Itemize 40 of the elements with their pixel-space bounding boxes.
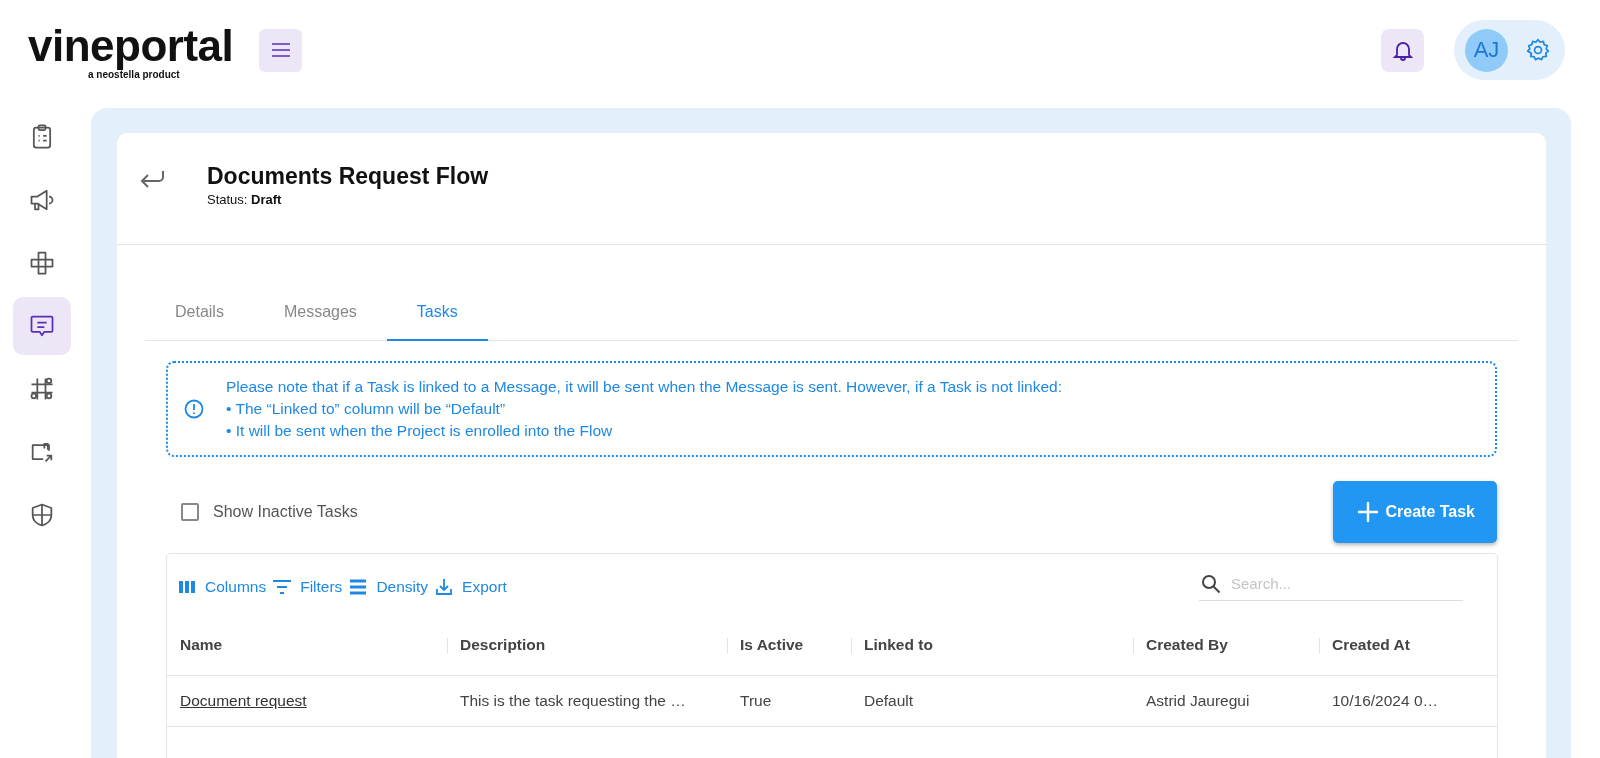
notice-text: Please note that if a Task is linked to a Message, it will be sent when the Message is sent. However, if a Task is not linked: <box>226 377 1062 397</box>
columns-button[interactable]: Columns <box>177 577 273 597</box>
table-cell: 10/16/2024 0… <box>1319 676 1497 727</box>
tab[interactable]: Tasks <box>386 289 488 341</box>
table-cell: Astrid Jauregui <box>1133 676 1319 727</box>
logo-text: vineportal <box>28 22 234 69</box>
menu-icon <box>270 42 291 58</box>
menu-button[interactable] <box>259 28 303 72</box>
notice-text: • The “Linked to” column will be “Default” <box>226 399 507 419</box>
notice-text: • It will be sent when the Project is enrolled into the Flow <box>226 421 614 441</box>
column-header[interactable]: Description <box>447 606 727 676</box>
page-title: Documents Request Flow <box>207 163 489 190</box>
column-header[interactable]: Created By <box>1133 606 1319 676</box>
column-header[interactable]: Is Active <box>727 606 851 676</box>
column-header[interactable]: Linked to <box>851 606 1133 676</box>
column-header[interactable]: Created At <box>1319 606 1497 676</box>
create-task-button[interactable]: Create Task <box>1333 481 1497 543</box>
tab[interactable]: Details <box>145 289 254 341</box>
download-icon <box>434 577 455 597</box>
tab[interactable]: Messages <box>253 289 387 341</box>
density-icon <box>348 577 369 597</box>
status-text: Status: Draft <box>207 192 283 207</box>
info-icon <box>184 399 204 419</box>
plus-icon <box>1357 501 1380 523</box>
task-link[interactable]: Document request <box>180 692 307 710</box>
settings-icon[interactable] <box>1525 37 1551 63</box>
profile-menu[interactable]: AJ <box>1454 20 1565 80</box>
table-cell: True <box>727 676 851 727</box>
export-button[interactable]: Export <box>434 577 513 597</box>
filter-icon <box>272 577 293 597</box>
table-cell: Default <box>851 676 1133 727</box>
table-cell: This is the task requesting the … <box>447 676 727 727</box>
density-button[interactable]: Density <box>348 577 435 597</box>
search-icon <box>1201 573 1221 594</box>
notifications-button[interactable] <box>1381 28 1424 72</box>
filters-button[interactable]: Filters <box>272 577 349 597</box>
sidebar-item[interactable] <box>12 297 71 355</box>
user-avatar[interactable]: AJ <box>1465 28 1508 72</box>
search-field[interactable]: Search... <box>1229 574 1453 593</box>
column-header[interactable]: Name <box>167 606 447 676</box>
